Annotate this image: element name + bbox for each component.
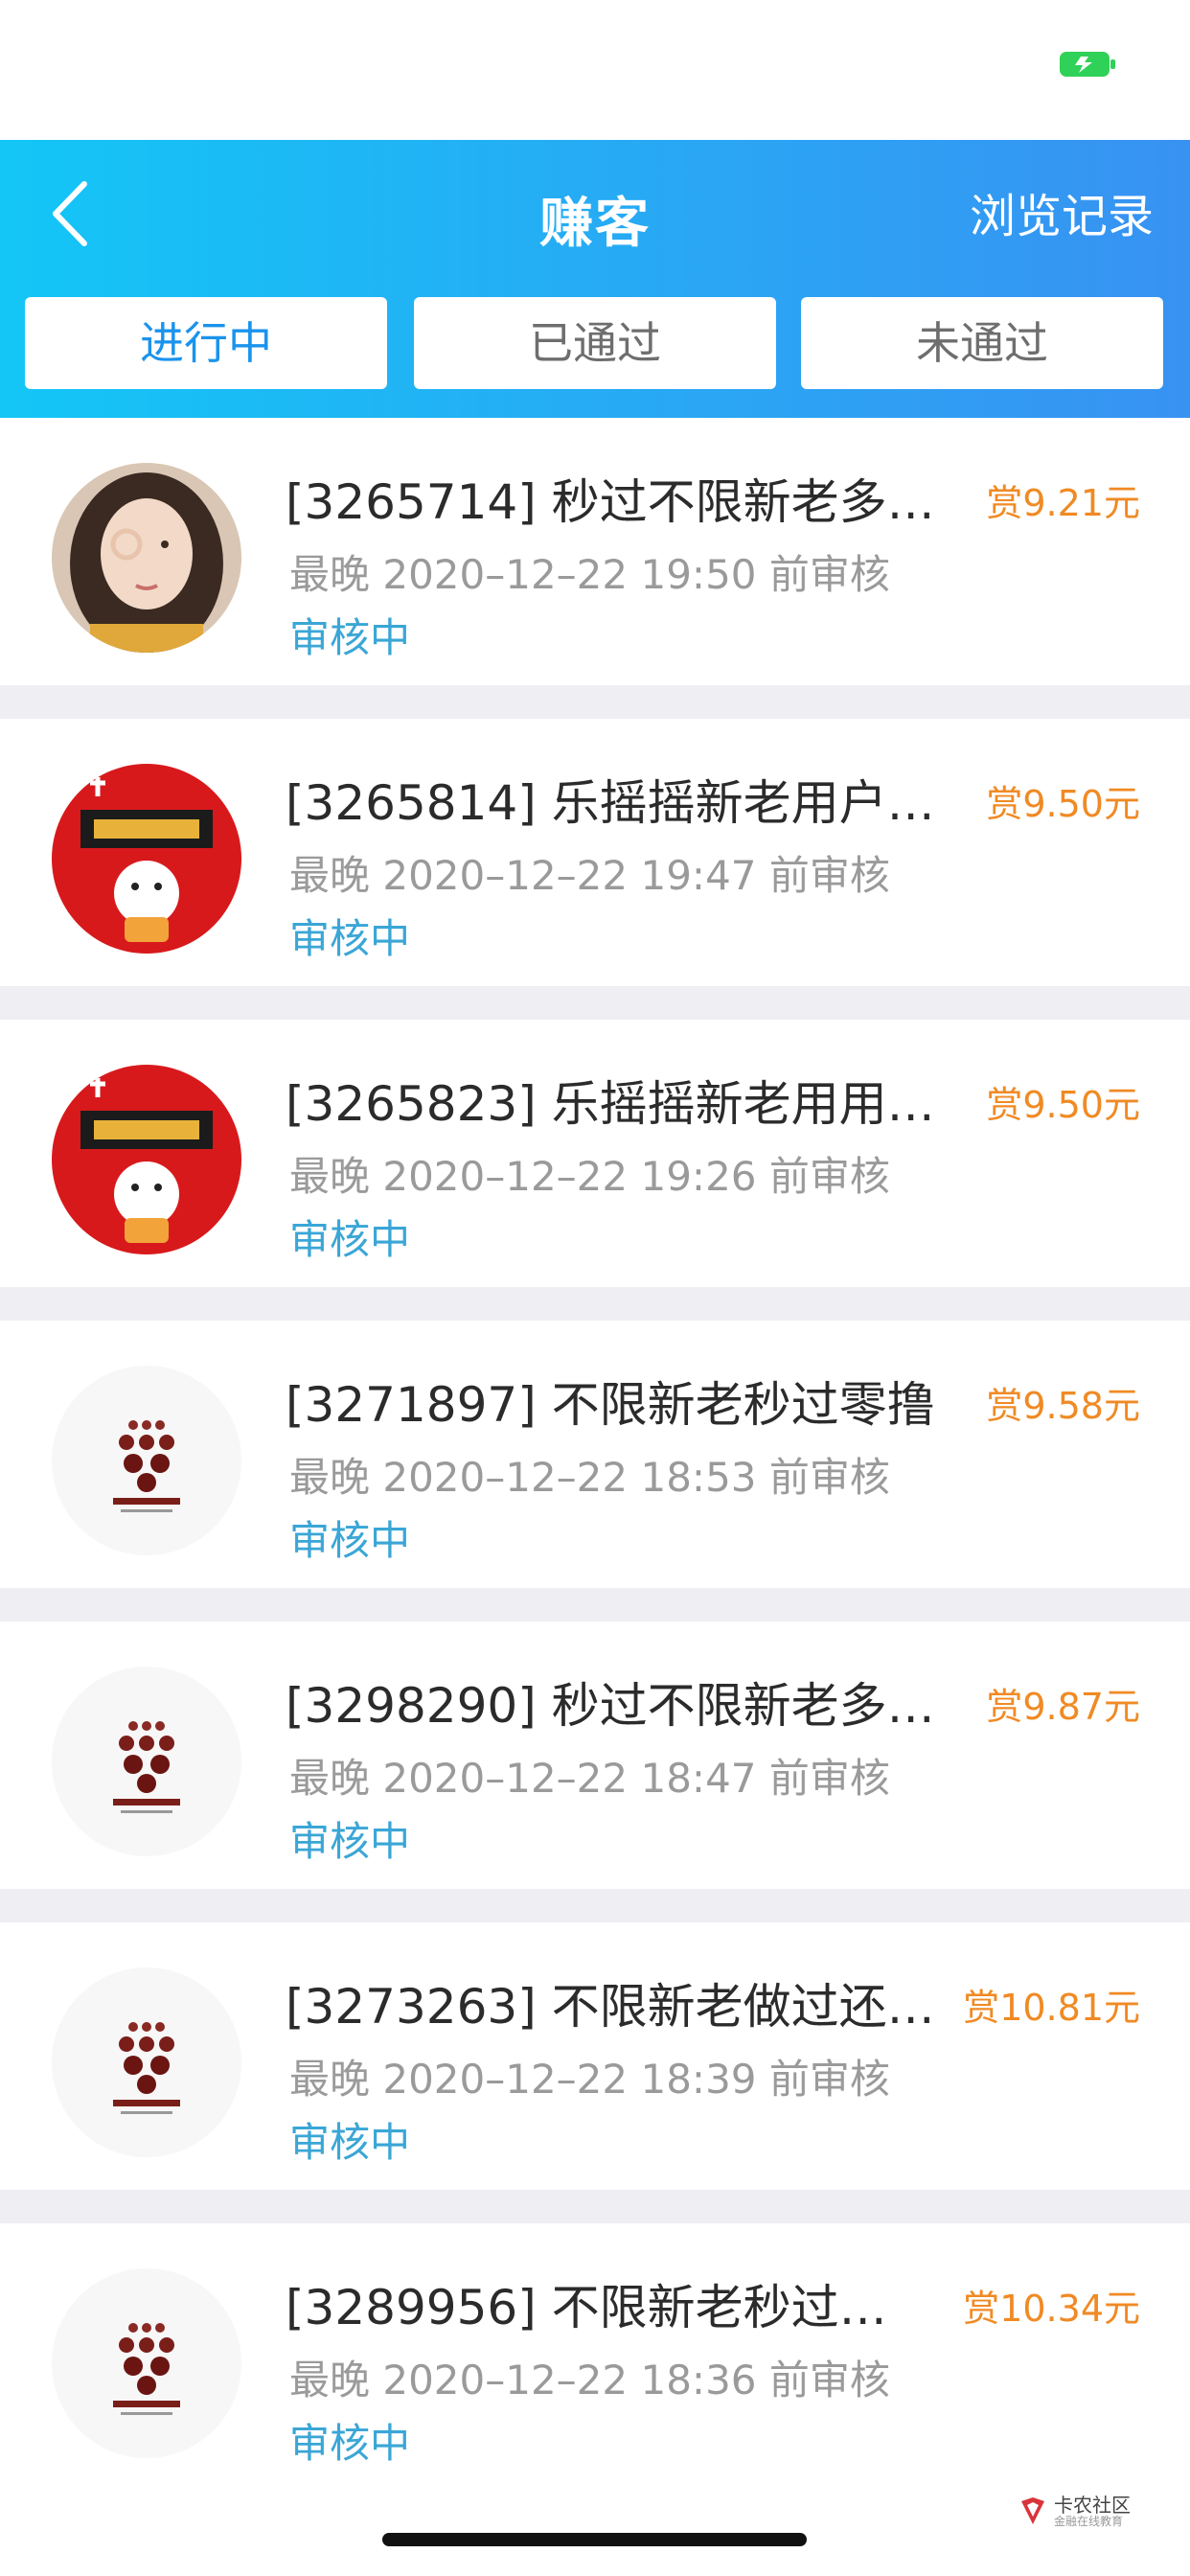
task-deadline: 最晚 2020–12–22 19:26 前审核 (289, 1153, 890, 1200)
tab-in-progress[interactable]: 进行中 (25, 297, 387, 389)
task-status: 审核中 (289, 2119, 411, 2166)
girl-photo-avatar (52, 463, 241, 653)
header-bar: 赚客 浏览记录 进行中 已通过 未通过 (0, 140, 1190, 418)
task-title: [3289956] 不限新老秒过… (286, 2280, 887, 2335)
task-reward: 赏9.50元 (986, 783, 1140, 825)
tab-rejected[interactable]: 未通过 (801, 297, 1163, 389)
watermark-subtitle: 金融在线教育 (1054, 2515, 1124, 2528)
task-reward: 赏9.21元 (986, 482, 1140, 524)
task-deadline: 最晚 2020–12–22 19:50 前审核 (289, 551, 890, 598)
task-title: [3265814] 乐摇摇新老用户… (286, 775, 935, 831)
battery-charging-icon (1060, 52, 1115, 77)
task-item[interactable]: [3265823] 乐摇摇新老用用… 最晚 2020–12–22 19:26 前… (0, 1020, 1190, 1287)
community-watermark: 卡农社区 金融在线教育 (1018, 2490, 1171, 2532)
task-item[interactable]: [3289956] 不限新老秒过… 最晚 2020–12–22 18:36 前审… (0, 2223, 1190, 2491)
list-divider (0, 1287, 1190, 1321)
list-divider (0, 685, 1190, 719)
watermark-logo-icon (1021, 2497, 1044, 2524)
browse-history-link[interactable]: 浏览记录 (970, 178, 1154, 245)
lucky-cat-avatar (52, 764, 241, 954)
task-status: 审核中 (289, 915, 411, 962)
task-status: 审核中 (289, 1216, 411, 1263)
dots-logo-avatar (52, 1967, 241, 2157)
task-reward: 赏9.58元 (986, 1385, 1140, 1427)
task-item[interactable]: [3298290] 秒过不限新老多… 最晚 2020–12–22 18:47 前… (0, 1622, 1190, 1889)
task-reward: 赏10.34元 (963, 2288, 1140, 2330)
task-title: [3298290] 秒过不限新老多… (286, 1678, 935, 1734)
list-divider (0, 2190, 1190, 2223)
task-deadline: 最晚 2020–12–22 18:47 前审核 (289, 1755, 890, 1802)
dots-logo-avatar (52, 2268, 241, 2458)
task-reward: 赏9.50元 (986, 1084, 1140, 1126)
task-title: [3265823] 乐摇摇新老用用… (286, 1076, 935, 1132)
task-status: 审核中 (289, 2420, 411, 2467)
tab-bar: 进行中 已通过 未通过 (25, 297, 1165, 391)
dots-logo-avatar (52, 1366, 241, 1555)
tab-passed[interactable]: 已通过 (414, 297, 776, 389)
task-status: 审核中 (289, 1517, 411, 1564)
task-deadline: 最晚 2020–12–22 18:39 前审核 (289, 2056, 890, 2103)
dots-logo-avatar (52, 1667, 241, 1856)
lucky-cat-avatar (52, 1065, 241, 1254)
task-item[interactable]: [3265714] 秒过不限新老多… 最晚 2020–12–22 19:50 前… (0, 418, 1190, 685)
home-indicator[interactable] (382, 2533, 807, 2546)
task-item[interactable]: [3271897] 不限新老秒过零撸 最晚 2020–12–22 18:53 前… (0, 1321, 1190, 1588)
task-deadline: 最晚 2020–12–22 19:47 前审核 (289, 852, 890, 899)
task-title: [3271897] 不限新老秒过零撸 (286, 1377, 935, 1433)
task-deadline: 最晚 2020–12–22 18:53 前审核 (289, 1454, 890, 1501)
task-title: [3265714] 秒过不限新老多… (286, 474, 935, 530)
task-deadline: 最晚 2020–12–22 18:36 前审核 (289, 2357, 890, 2404)
task-item[interactable]: [3273263] 不限新老做过还… 最晚 2020–12–22 18:39 前… (0, 1922, 1190, 2190)
task-title: [3273263] 不限新老做过还… (286, 1979, 935, 2035)
task-status: 审核中 (289, 1818, 411, 1865)
list-divider (0, 1889, 1190, 1922)
list-divider (0, 1588, 1190, 1622)
list-divider (0, 986, 1190, 1020)
task-reward: 赏10.81元 (963, 1987, 1140, 2029)
status-bar (0, 0, 1190, 140)
task-status: 审核中 (289, 614, 411, 661)
task-reward: 赏9.87元 (986, 1686, 1140, 1728)
task-item[interactable]: [3265814] 乐摇摇新老用户… 最晚 2020–12–22 19:47 前… (0, 719, 1190, 986)
